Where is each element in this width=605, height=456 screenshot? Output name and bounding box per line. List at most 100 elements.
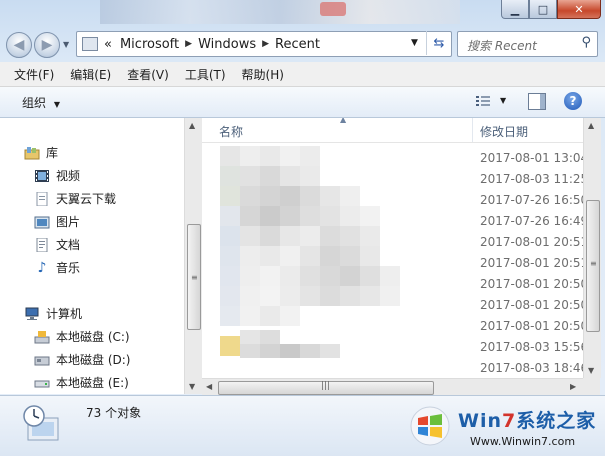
search-box[interactable]: 搜索 Recent ⚲: [457, 31, 598, 57]
menu-view[interactable]: 查看(V): [127, 66, 169, 83]
navigation-row: ◀ ▶ ▼ « Microsoft ▶ Windows ▶ Recent ▼ ⇆…: [0, 28, 605, 60]
recent-items-icon: [23, 405, 59, 441]
search-icon[interactable]: ⚲: [581, 35, 591, 50]
menu-file[interactable]: 文件(F): [14, 66, 54, 83]
maximize-icon: □: [537, 2, 549, 16]
scrollbar-corner: [583, 378, 600, 395]
refresh-button[interactable]: ⇆: [426, 31, 451, 55]
nav-drive-e[interactable]: 本地磁盘 (E:): [34, 374, 129, 391]
watermark: Win7系统之家 Www.Winwin7.com: [408, 402, 604, 454]
nav-item-label: 天翼云下载: [56, 192, 117, 206]
picture-icon: [34, 216, 50, 228]
nav-item-label: 文档: [56, 238, 81, 252]
view-details-icon[interactable]: [476, 95, 490, 107]
scroll-up-arrow-icon[interactable]: ▲: [588, 121, 594, 130]
forward-button[interactable]: ▶: [34, 32, 60, 58]
back-button[interactable]: ◀: [6, 32, 32, 58]
file-list-horizontal-scrollbar[interactable]: ◀ ||| ▶: [202, 378, 583, 396]
nav-computer[interactable]: 计算机: [24, 305, 82, 322]
menu-help[interactable]: 帮助(H): [242, 66, 284, 83]
refresh-icon: ⇆: [433, 35, 445, 51]
nav-drive-c[interactable]: 本地磁盘 (C:): [34, 328, 130, 345]
minimize-icon: ▁: [510, 2, 520, 16]
column-date-header[interactable]: 修改日期: [480, 123, 528, 140]
address-overflow[interactable]: «: [104, 37, 112, 52]
breadcrumb-windows[interactable]: Windows: [198, 37, 256, 52]
grip-icon: ≡: [590, 259, 597, 268]
nav-item-label: 视频: [56, 169, 81, 183]
breadcrumb-recent[interactable]: Recent: [275, 37, 320, 52]
video-icon: [35, 169, 49, 182]
nav-item-music[interactable]: ♪ 音乐: [34, 259, 80, 276]
file-list-vertical-scrollbar[interactable]: ▲ ≡ ▼: [583, 118, 601, 378]
caption-buttons: ▁ □ ✕: [501, 0, 601, 19]
recent-pages-dropdown[interactable]: ▼: [63, 40, 69, 49]
nav-drive-d[interactable]: 本地磁盘 (D:): [34, 351, 130, 368]
breadcrumb-separator-icon[interactable]: ▶: [262, 39, 269, 49]
row-modified-date[interactable]: 2017-07-26 16:49: [480, 214, 583, 228]
minimize-button[interactable]: ▁: [501, 0, 529, 19]
navigation-pane: 库 视频 天翼云下载 图片 文档 ♪ 音乐 计算机 本地磁盘 (C:) 本地磁盘…: [0, 118, 184, 394]
documents-icon: [36, 237, 48, 252]
scroll-down-arrow-icon[interactable]: ▼: [588, 366, 594, 375]
nav-item-videos[interactable]: 视频: [34, 167, 80, 184]
row-modified-date[interactable]: 2017-08-01 20:51: [480, 235, 583, 249]
menu-tools[interactable]: 工具(T): [185, 66, 226, 83]
breadcrumb-separator-icon[interactable]: ▶: [185, 39, 192, 49]
row-modified-date[interactable]: 2017-08-01 13:04: [480, 151, 583, 165]
maximize-button[interactable]: □: [529, 0, 557, 19]
blurred-background-accent: [320, 2, 346, 16]
row-modified-date[interactable]: 2017-08-03 15:56: [480, 340, 583, 354]
hard-drive-icon: [34, 356, 50, 365]
computer-icon: [25, 307, 39, 320]
grip-icon: ≡: [191, 273, 198, 282]
row-modified-date[interactable]: 2017-08-01 20:50: [480, 277, 583, 291]
horizontal-scrollbar-thumb[interactable]: |||: [218, 381, 434, 395]
address-dropdown-icon[interactable]: ▼: [411, 38, 418, 48]
scroll-down-arrow-icon[interactable]: ▼: [189, 382, 195, 391]
nav-item-tianyi-cloud[interactable]: 天翼云下载: [34, 190, 116, 207]
forward-arrow-icon: ▶: [41, 37, 53, 53]
music-note-icon: ♪: [37, 259, 47, 276]
nav-pane-scrollbar[interactable]: ▲ ≡ ▼: [184, 118, 202, 394]
close-button[interactable]: ✕: [557, 0, 601, 19]
row-modified-date[interactable]: 2017-08-01 20:50: [480, 298, 583, 312]
organize-button[interactable]: 组织 ▼: [22, 94, 60, 111]
row-modified-date[interactable]: 2017-08-03 18:46: [480, 361, 583, 375]
nav-libraries[interactable]: 库: [24, 144, 58, 161]
sort-ascending-icon: ▲: [340, 118, 347, 124]
windows-logo-icon: [410, 406, 450, 446]
row-modified-date[interactable]: 2017-08-01 20:51: [480, 256, 583, 270]
scroll-left-arrow-icon[interactable]: ◀: [206, 382, 212, 391]
view-options-dropdown[interactable]: ▼: [500, 96, 506, 105]
vertical-scrollbar-thumb[interactable]: ≡: [586, 200, 600, 332]
title-bar: ▁ □ ✕: [0, 0, 605, 24]
watermark-brand: Win7系统之家: [458, 410, 597, 432]
scroll-right-arrow-icon[interactable]: ▶: [570, 382, 576, 391]
blurred-background: [100, 0, 460, 24]
nav-libraries-label: 库: [46, 146, 59, 160]
column-divider[interactable]: [472, 118, 473, 142]
system-drive-icon: [34, 330, 50, 343]
close-icon: ✕: [574, 2, 584, 16]
nav-drive-label: 本地磁盘 (E:): [56, 376, 129, 390]
preview-pane-icon[interactable]: [528, 93, 546, 110]
breadcrumb-microsoft[interactable]: Microsoft: [120, 37, 179, 52]
row-modified-date[interactable]: 2017-08-01 20:50: [480, 319, 583, 333]
nav-scrollbar-thumb[interactable]: ≡: [187, 224, 201, 330]
hard-drive-icon: [34, 380, 50, 387]
nav-item-label: 音乐: [56, 261, 81, 275]
address-bar[interactable]: « Microsoft ▶ Windows ▶ Recent ▼: [76, 31, 452, 57]
row-modified-date[interactable]: 2017-07-26 16:50: [480, 193, 583, 207]
help-icon[interactable]: ?: [564, 92, 582, 110]
nav-item-pictures[interactable]: 图片: [34, 213, 80, 230]
grip-icon: |||: [321, 381, 331, 391]
row-modified-date[interactable]: 2017-08-03 11:25: [480, 172, 583, 186]
nav-item-documents[interactable]: 文档: [34, 236, 80, 253]
column-name-header[interactable]: 名称: [219, 123, 243, 140]
scroll-up-arrow-icon[interactable]: ▲: [189, 121, 195, 130]
document-icon: [36, 191, 48, 206]
details-pane: 73 个对象 Win7系统之家 Www.Winwin7.com: [0, 395, 605, 456]
menu-edit[interactable]: 编辑(E): [70, 66, 111, 83]
chevron-down-icon: ▼: [53, 100, 60, 109]
